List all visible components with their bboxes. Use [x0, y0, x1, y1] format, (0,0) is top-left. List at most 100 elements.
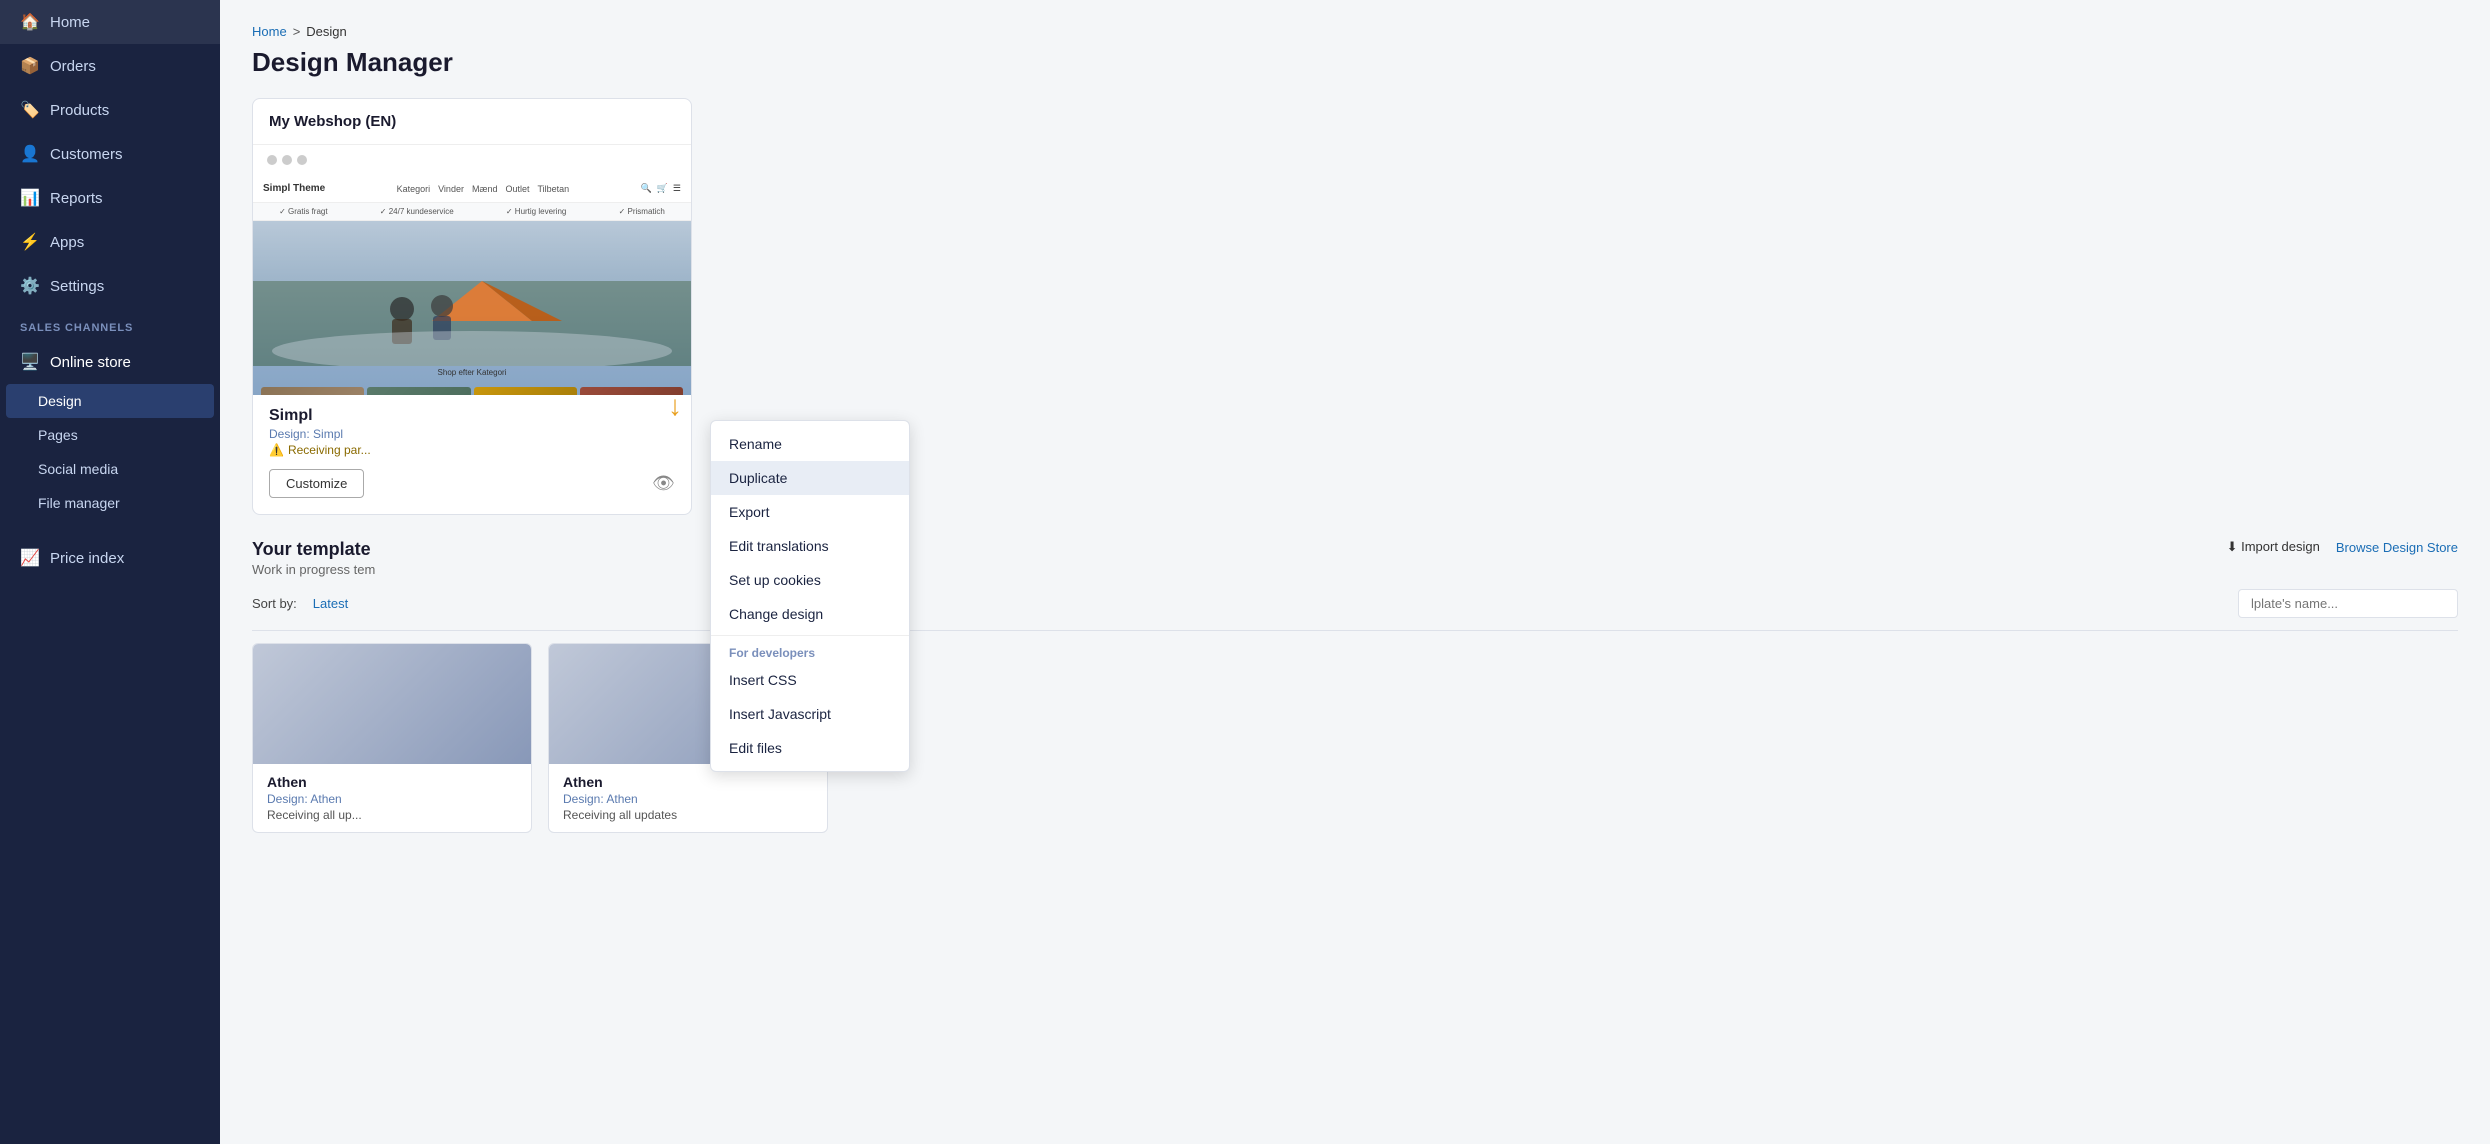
grid-card-0-design-label: Design: Athen [267, 792, 517, 806]
context-menu-edit-files[interactable]: Edit files [711, 731, 909, 765]
my-webshop-card: My Webshop (EN) Simpl Theme Kategori Vin… [252, 98, 692, 515]
apps-icon: ⚡ [20, 232, 40, 252]
grid-card-1-status: Receiving all updates [563, 808, 813, 822]
dot-1 [267, 155, 277, 165]
context-menu-edit-translations[interactable]: Edit translations [711, 529, 909, 563]
page-title: Design Manager [252, 47, 2458, 78]
reports-icon: 📊 [20, 188, 40, 208]
cart-icon: 🛒 [657, 183, 668, 194]
templates-section: Your template Work in progress tem ⬇ Imp… [252, 539, 2458, 833]
home-icon: 🏠 [20, 12, 40, 32]
status-warning-icon: ⚠️ [269, 443, 284, 457]
card-header-title: My Webshop (EN) [253, 99, 691, 145]
card-design-label: Design: Simpl [269, 427, 675, 441]
sidebar-item-label: Online store [50, 354, 131, 371]
preview-nav: Simpl Theme Kategori Vinder Mænd Outlet … [253, 175, 691, 203]
sidebar-subitem-label: Social media [38, 461, 118, 477]
import-design-button[interactable]: ⬇ Import design [2227, 539, 2320, 555]
nav-link-4: Outlet [505, 184, 529, 194]
sidebar-item-label: Price index [50, 550, 124, 567]
main-content: Home > Design Design Manager My Webshop … [220, 0, 2490, 1144]
trust-2: ✓ 24/7 kundeservice [380, 207, 454, 216]
sidebar-item-label: Customers [50, 146, 123, 163]
nav-link-1: Kategori [397, 184, 431, 194]
grid-card-0-status: Receiving all up... [267, 808, 517, 822]
arrow-indicator: ↓ [668, 390, 682, 422]
filter-bar: Sort by: Latest [252, 589, 2458, 631]
context-menu-insert-css[interactable]: Insert CSS [711, 663, 909, 697]
card-info: Simpl Design: Simpl ⚠️ Receiving par... [253, 395, 691, 469]
online-store-icon: 🖥️ [20, 352, 40, 372]
status-text: Receiving par... [288, 443, 371, 457]
thumb-2 [367, 387, 470, 395]
sidebar-item-reports[interactable]: 📊 Reports [0, 176, 220, 220]
preview-category-label: Shop efter Kategori [253, 366, 691, 379]
breadcrumb: Home > Design [252, 24, 2458, 39]
card-preview: Simpl Theme Kategori Vinder Mænd Outlet … [253, 175, 691, 395]
context-menu-setup-cookies[interactable]: Set up cookies [711, 563, 909, 597]
thumb-1 [261, 387, 364, 395]
grid-card-1-info: Athen Design: Athen Receiving all update… [549, 764, 827, 832]
card-dots [253, 145, 691, 175]
templates-subtitle: Work in progress tem [252, 562, 375, 577]
sidebar-subitem-social-media[interactable]: Social media [0, 452, 220, 486]
sidebar-item-online-store[interactable]: 🖥️ Online store [0, 340, 220, 384]
grid-card-1-design-label: Design: Athen [563, 792, 813, 806]
eye-icon[interactable]: 👁 [652, 473, 675, 494]
sidebar-item-orders[interactable]: 📦 Orders [0, 44, 220, 88]
sales-channels-label: SALES CHANNELS [0, 308, 220, 340]
preview-nav-links: Kategori Vinder Mænd Outlet Tilbetan [337, 184, 628, 194]
grid-card-0: Athen Design: Athen Receiving all up... [252, 643, 532, 833]
browse-design-store-button[interactable]: Browse Design Store [2336, 540, 2458, 555]
thumb-3 [474, 387, 577, 395]
trust-4: ✓ Prismatich [619, 207, 665, 216]
sidebar-subitem-file-manager[interactable]: File manager [0, 486, 220, 520]
customize-button[interactable]: Customize [269, 469, 364, 498]
menu-icon: ☰ [673, 183, 681, 194]
settings-icon: ⚙️ [20, 276, 40, 296]
context-menu: Rename Duplicate Export Edit translation… [710, 420, 910, 772]
grid-card-0-image [253, 644, 531, 764]
breadcrumb-home[interactable]: Home [252, 24, 287, 39]
templates-title: Your template [252, 539, 375, 560]
sidebar-item-label: Orders [50, 58, 96, 75]
sidebar-item-apps[interactable]: ⚡ Apps [0, 220, 220, 264]
context-menu-divider [711, 635, 909, 636]
sidebar-item-label: Home [50, 14, 90, 31]
sidebar-item-price-index[interactable]: 📈 Price index [0, 536, 220, 580]
sidebar-subitem-design[interactable]: Design [6, 384, 214, 418]
sidebar-item-home[interactable]: 🏠 Home [0, 0, 220, 44]
customers-icon: 👤 [20, 144, 40, 164]
price-index-icon: 📈 [20, 548, 40, 568]
card-actions: Customize 👁 [253, 469, 691, 514]
sidebar-subitem-label: Pages [38, 427, 78, 443]
preview-trust-bar: ✓ Gratis fragt ✓ 24/7 kundeservice ✓ Hur… [253, 203, 691, 221]
sidebar-item-products[interactable]: 🏷️ Products [0, 88, 220, 132]
nav-link-5: Tilbetan [537, 184, 569, 194]
sidebar: 🏠 Home 📦 Orders 🏷️ Products 👤 Customers … [0, 0, 220, 1144]
sidebar-subitem-pages[interactable]: Pages [0, 418, 220, 452]
products-icon: 🏷️ [20, 100, 40, 120]
sidebar-subitem-label: File manager [38, 495, 120, 511]
context-menu-change-design[interactable]: Change design [711, 597, 909, 631]
dot-2 [282, 155, 292, 165]
sidebar-item-label: Settings [50, 278, 104, 295]
nav-link-2: Vinder [438, 184, 464, 194]
sidebar-item-label: Products [50, 102, 109, 119]
templates-title-block: Your template Work in progress tem [252, 539, 375, 577]
breadcrumb-sep: > [293, 24, 301, 39]
context-menu-insert-js[interactable]: Insert Javascript [711, 697, 909, 731]
context-menu-rename[interactable]: Rename [711, 427, 909, 461]
sidebar-item-customers[interactable]: 👤 Customers [0, 132, 220, 176]
card-status: ⚠️ Receiving par... [269, 443, 675, 457]
breadcrumb-current: Design [306, 24, 346, 39]
template-grid: Athen Design: Athen Receiving all up... … [252, 643, 2458, 833]
dot-3 [297, 155, 307, 165]
preview-brand: Simpl Theme [263, 183, 325, 194]
templates-header: Your template Work in progress tem ⬇ Imp… [252, 539, 2458, 577]
template-search-input[interactable] [2238, 589, 2458, 618]
sidebar-item-settings[interactable]: ⚙️ Settings [0, 264, 220, 308]
context-menu-duplicate[interactable]: Duplicate [711, 461, 909, 495]
context-menu-export[interactable]: Export [711, 495, 909, 529]
sort-latest-button[interactable]: Latest [313, 596, 348, 611]
